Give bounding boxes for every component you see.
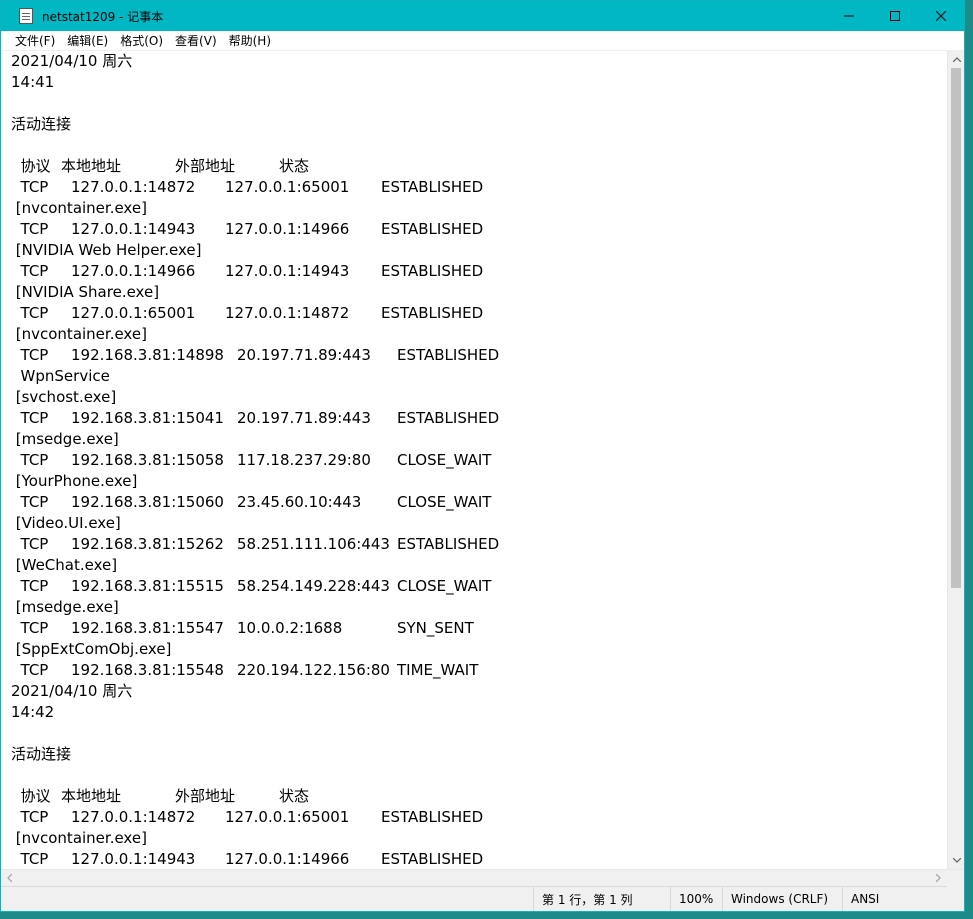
minimize-icon — [844, 15, 854, 17]
text-line: 14:41 — [11, 73, 55, 91]
menu-bar: 文件(F) 编辑(E) 格式(O) 查看(V) 帮助(H) — [1, 31, 964, 51]
chevron-up-icon — [952, 57, 961, 62]
text-line: [YourPhone.exe] — [11, 472, 138, 490]
chevron-down-icon — [952, 858, 961, 863]
text-line: TCP 192.168.3.81:15262 58.251.111.106:443 E… — [11, 535, 500, 553]
menu-file[interactable]: 文件(F) — [9, 31, 61, 51]
text-line: 2021/04/10 周六 — [11, 52, 133, 70]
window-title: netstat1209 - 记事本 — [42, 9, 164, 24]
maximize-icon — [890, 11, 900, 21]
scroll-up-button[interactable] — [948, 51, 964, 68]
text-line: TCP 192.168.3.81:15515 58.254.149.228:443 C… — [11, 577, 492, 595]
text-line: [nvcontainer.exe] — [11, 199, 147, 217]
chevron-right-icon — [936, 874, 941, 882]
text-line: TCP 192.168.3.81:15548 220.194.122.156:80 T… — [11, 661, 479, 679]
encoding: ANSI — [842, 887, 964, 911]
text-line: [NVIDIA Share.exe] — [11, 283, 160, 301]
text-line: TCP 127.0.0.1:14943 127.0.0.1:14966 ESTABLI… — [11, 220, 484, 238]
text-line: TCP 127.0.0.1:65001 127.0.0.1:14872 ESTABLI… — [11, 304, 484, 322]
text-line: 2021/04/10 周六 — [11, 682, 133, 700]
text-editor[interactable]: 2021/04/10 周六 14:41 活动连接 协议 本地地址 外部地址 状态 TCP 1… — [1, 51, 947, 869]
text-line: TCP 192.168.3.81:15041 20.197.71.89:443 EST… — [11, 409, 500, 427]
text-line: TCP 127.0.0.1:14872 127.0.0.1:65001 ESTABLI… — [11, 808, 484, 826]
text-line: 14:42 — [11, 703, 55, 721]
text-line: 协议 本地地址 外部地址 状态 — [11, 787, 310, 805]
text-line: 协议 本地地址 外部地址 状态 — [11, 157, 310, 175]
text-line — [11, 723, 947, 744]
menu-edit[interactable]: 编辑(E) — [61, 31, 114, 51]
notepad-icon — [19, 8, 33, 24]
close-icon — [936, 11, 946, 21]
scrollbar-corner — [947, 869, 964, 887]
menu-format[interactable]: 格式(O) — [114, 31, 169, 51]
zoom-level: 100% — [670, 887, 722, 911]
minimize-button[interactable] — [826, 1, 872, 31]
text-line: [Video.UI.exe] — [11, 514, 121, 532]
text-line: TCP 192.168.3.81:14898 20.197.71.89:443 EST… — [11, 346, 500, 364]
cursor-position: 第 1 行，第 1 列 — [533, 887, 670, 911]
text-line: [SppExtComObj.exe] — [11, 640, 172, 658]
text-line: TCP 127.0.0.1:14872 127.0.0.1:65001 ESTABLI… — [11, 178, 484, 196]
text-line: TCP 127.0.0.1:14943 127.0.0.1:14966 ESTABLI… — [11, 850, 484, 868]
text-line — [11, 93, 947, 114]
text-line — [11, 135, 947, 156]
notepad-window: netstat1209 - 记事本 文件(F) 编辑(E) 格式(O) 查看(V… — [0, 0, 965, 912]
menu-view[interactable]: 查看(V) — [169, 31, 223, 51]
text-line: [msedge.exe] — [11, 598, 119, 616]
text-line: [svchost.exe] — [11, 388, 117, 406]
menu-help[interactable]: 帮助(H) — [223, 31, 277, 51]
text-line: [nvcontainer.exe] — [11, 325, 147, 343]
text-line: TCP 192.168.3.81:15060 23.45.60.10:443 CLOS… — [11, 493, 492, 511]
vertical-scroll-thumb[interactable] — [951, 68, 961, 588]
status-bar: 第 1 行，第 1 列 100% Windows (CRLF) ANSI — [1, 886, 964, 911]
vertical-scrollbar[interactable] — [947, 51, 964, 869]
text-line: 活动连接 — [11, 115, 72, 133]
text-line — [11, 765, 947, 786]
chevron-left-icon — [7, 874, 12, 882]
scroll-right-button[interactable] — [930, 870, 947, 887]
horizontal-scrollbar[interactable] — [1, 869, 964, 887]
text-line: [msedge.exe] — [11, 430, 119, 448]
text-line: 活动连接 — [11, 745, 72, 763]
text-line: TCP 127.0.0.1:14966 127.0.0.1:14943 ESTABLI… — [11, 262, 484, 280]
text-line: WpnService — [11, 367, 110, 385]
scroll-left-button[interactable] — [1, 870, 18, 887]
text-line: TCP 192.168.3.81:15547 10.0.0.2:1688 SYN_SE… — [11, 619, 474, 637]
editor-area: 2021/04/10 周六 14:41 活动连接 协议 本地地址 外部地址 状态 TCP 1… — [1, 51, 964, 869]
scroll-down-button[interactable] — [948, 852, 964, 869]
maximize-button[interactable] — [872, 1, 918, 31]
title-bar[interactable]: netstat1209 - 记事本 — [1, 1, 964, 31]
text-line: TCP 192.168.3.81:15058 117.18.237.29:80 CLO… — [11, 451, 492, 469]
text-line: [NVIDIA Web Helper.exe] — [11, 241, 202, 259]
close-button[interactable] — [918, 1, 964, 31]
text-line: [nvcontainer.exe] — [11, 829, 147, 847]
text-line: [WeChat.exe] — [11, 556, 118, 574]
line-ending: Windows (CRLF) — [722, 887, 842, 911]
